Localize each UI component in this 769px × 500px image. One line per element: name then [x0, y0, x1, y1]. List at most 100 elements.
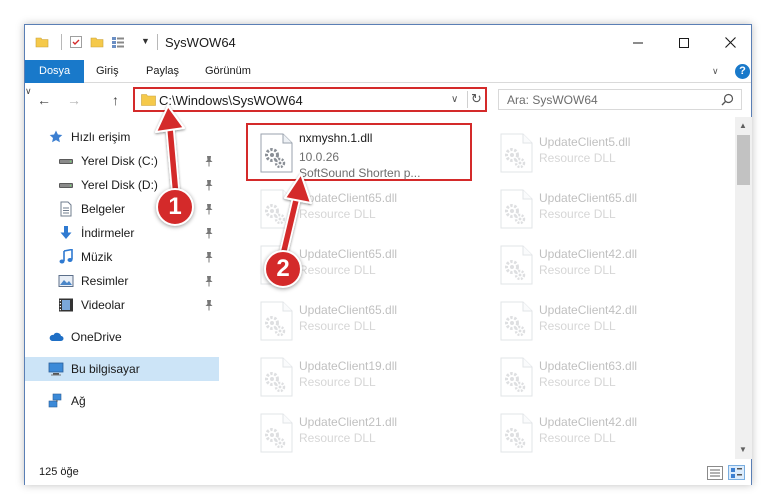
up-arrow-icon[interactable]: ↑ [112, 92, 119, 108]
status-bar: 125 öğe [25, 461, 751, 485]
maximize-button[interactable] [661, 25, 707, 60]
file-item[interactable]: nxmyshn.1.dll 10.0.26 SoftSound Shorten p.… [246, 123, 476, 180]
file-item[interactable]: UpdateClient19.dll Resource DLL [246, 347, 476, 403]
file-type: Resource DLL [299, 263, 376, 277]
view-options-icon[interactable] [111, 35, 125, 49]
pin-icon[interactable] [204, 155, 214, 167]
file-name: UpdateClient42.dll [539, 415, 638, 429]
sidebar-item-drive-c[interactable]: Yerel Disk (C:) [25, 149, 219, 173]
minimize-button[interactable] [615, 25, 661, 60]
sidebar-item-label: Yerel Disk (D:) [81, 178, 158, 192]
close-button[interactable] [707, 25, 753, 60]
dll-file-icon [260, 301, 293, 341]
file-type: Resource DLL [539, 431, 616, 445]
details-view-icon[interactable] [707, 466, 723, 480]
scroll-thumb[interactable] [737, 135, 750, 185]
file-name: UpdateClient65.dll [299, 247, 398, 261]
search-icon[interactable] [721, 93, 734, 106]
file-type: Resource DLL [299, 319, 376, 333]
address-bar[interactable]: C:\Windows\SysWOW64 ∨ ↻ [133, 87, 487, 112]
file-name: UpdateClient21.dll [299, 415, 398, 429]
file-name: UpdateClient42.dll [539, 303, 638, 317]
tab-file[interactable]: Dosya [25, 60, 85, 83]
file-list: nxmyshn.1.dll 10.0.26 SoftSound Shorten p.… [233, 117, 735, 459]
drive-icon [59, 159, 73, 164]
scroll-down-icon[interactable]: ▼ [739, 445, 747, 454]
sidebar-item-label: Ağ [71, 394, 86, 408]
sidebar-item-onedrive[interactable]: OneDrive [25, 325, 219, 349]
drive-icon [59, 183, 73, 188]
step-badge-2: 2 [264, 250, 302, 288]
close-icon [724, 37, 736, 48]
navigation-pane: Hızlı erişim Yerel Disk (C:) Yerel Disk … [25, 121, 221, 459]
dll-file-icon [260, 413, 293, 453]
tab-share[interactable]: Paylaş [146, 60, 179, 83]
download-icon [60, 226, 72, 239]
file-type: Resource DLL [539, 207, 616, 221]
search-placeholder: Ara: SysWOW64 [507, 93, 598, 107]
pictures-icon [58, 275, 74, 287]
sidebar-item-videos[interactable]: Videolar [25, 293, 219, 317]
file-item[interactable]: UpdateClient63.dll Resource DLL [486, 347, 716, 403]
search-input[interactable]: Ara: SysWOW64 [498, 89, 742, 110]
refresh-icon[interactable]: ↻ [471, 91, 482, 107]
file-item[interactable]: UpdateClient65.dll Resource DLL [486, 179, 716, 235]
help-icon[interactable]: ? [735, 64, 750, 79]
folder-icon [141, 94, 156, 106]
tab-view[interactable]: Görünüm [205, 60, 251, 83]
navigation-bar: ← → ∨ ↑ C:\Windows\SysWOW64 ∨ ↻ Ara: Sys… [25, 83, 751, 117]
sidebar-item-downloads[interactable]: İndirmeler [25, 221, 219, 245]
file-name: UpdateClient65.dll [299, 191, 398, 205]
sidebar-item-this-pc[interactable]: Bu bilgisayar [25, 357, 219, 381]
file-type: Resource DLL [539, 375, 616, 389]
file-item[interactable]: UpdateClient5.dll Resource DLL [486, 123, 716, 179]
file-item[interactable]: UpdateClient65.dll Resource DLL [246, 179, 476, 235]
address-path[interactable]: C:\Windows\SysWOW64 [159, 93, 303, 108]
properties-icon[interactable] [69, 35, 83, 49]
pin-icon[interactable] [204, 299, 214, 311]
back-arrow-icon[interactable]: ← [37, 92, 51, 108]
tiles-view-icon[interactable] [728, 465, 745, 480]
file-type: Resource DLL [299, 431, 376, 445]
file-item[interactable]: UpdateClient65.dll Resource DLL [246, 291, 476, 347]
vertical-scrollbar[interactable]: ▲ ▼ [735, 117, 752, 459]
file-item[interactable]: UpdateClient42.dll Resource DLL [486, 235, 716, 291]
customize-toolbar-icon[interactable]: ▼ [141, 36, 150, 46]
new-folder-icon[interactable] [90, 35, 104, 49]
sidebar-item-music[interactable]: Müzik [25, 245, 219, 269]
window-title: SysWOW64 [165, 35, 236, 50]
pin-icon[interactable] [204, 203, 214, 215]
folder-icon [35, 37, 49, 48]
recent-locations-icon[interactable]: ∨ [25, 86, 32, 96]
computer-icon [48, 362, 64, 376]
sidebar-item-quick-access[interactable]: Hızlı erişim [25, 125, 219, 149]
sidebar-item-label: Yerel Disk (C:) [81, 154, 158, 168]
ribbon-tabs: Dosya Giriş Paylaş Görünüm ∨ ? [25, 60, 751, 83]
file-name: UpdateClient19.dll [299, 359, 398, 373]
network-icon [48, 393, 62, 408]
sidebar-item-drive-d[interactable]: Yerel Disk (D:) [25, 173, 219, 197]
sidebar-item-pictures[interactable]: Resimler [25, 269, 219, 293]
sidebar-item-network[interactable]: Ağ [25, 389, 219, 413]
pin-icon[interactable] [204, 179, 214, 191]
maximize-icon [679, 37, 689, 48]
sidebar-item-label: İndirmeler [81, 226, 135, 240]
pin-icon[interactable] [204, 251, 214, 263]
expand-ribbon-icon[interactable]: ∨ [712, 66, 719, 77]
tab-home[interactable]: Giriş [96, 60, 119, 83]
scroll-up-icon[interactable]: ▲ [739, 121, 747, 130]
pin-icon[interactable] [204, 275, 214, 287]
file-item[interactable]: UpdateClient42.dll Resource DLL [486, 291, 716, 347]
sidebar-item-label: OneDrive [71, 330, 122, 344]
address-dropdown-icon[interactable]: ∨ [451, 94, 458, 105]
dll-file-icon [500, 245, 533, 285]
file-type: Resource DLL [299, 375, 376, 389]
tiles-icon [731, 468, 742, 478]
pin-icon[interactable] [204, 227, 214, 239]
file-item[interactable]: UpdateClient21.dll Resource DLL [246, 403, 476, 459]
file-type: Resource DLL [539, 319, 616, 333]
dll-file-icon [260, 133, 293, 173]
forward-arrow-icon[interactable]: → [67, 92, 81, 108]
item-count: 125 öğe [39, 466, 79, 478]
file-item[interactable]: UpdateClient42.dll Resource DLL [486, 403, 716, 459]
